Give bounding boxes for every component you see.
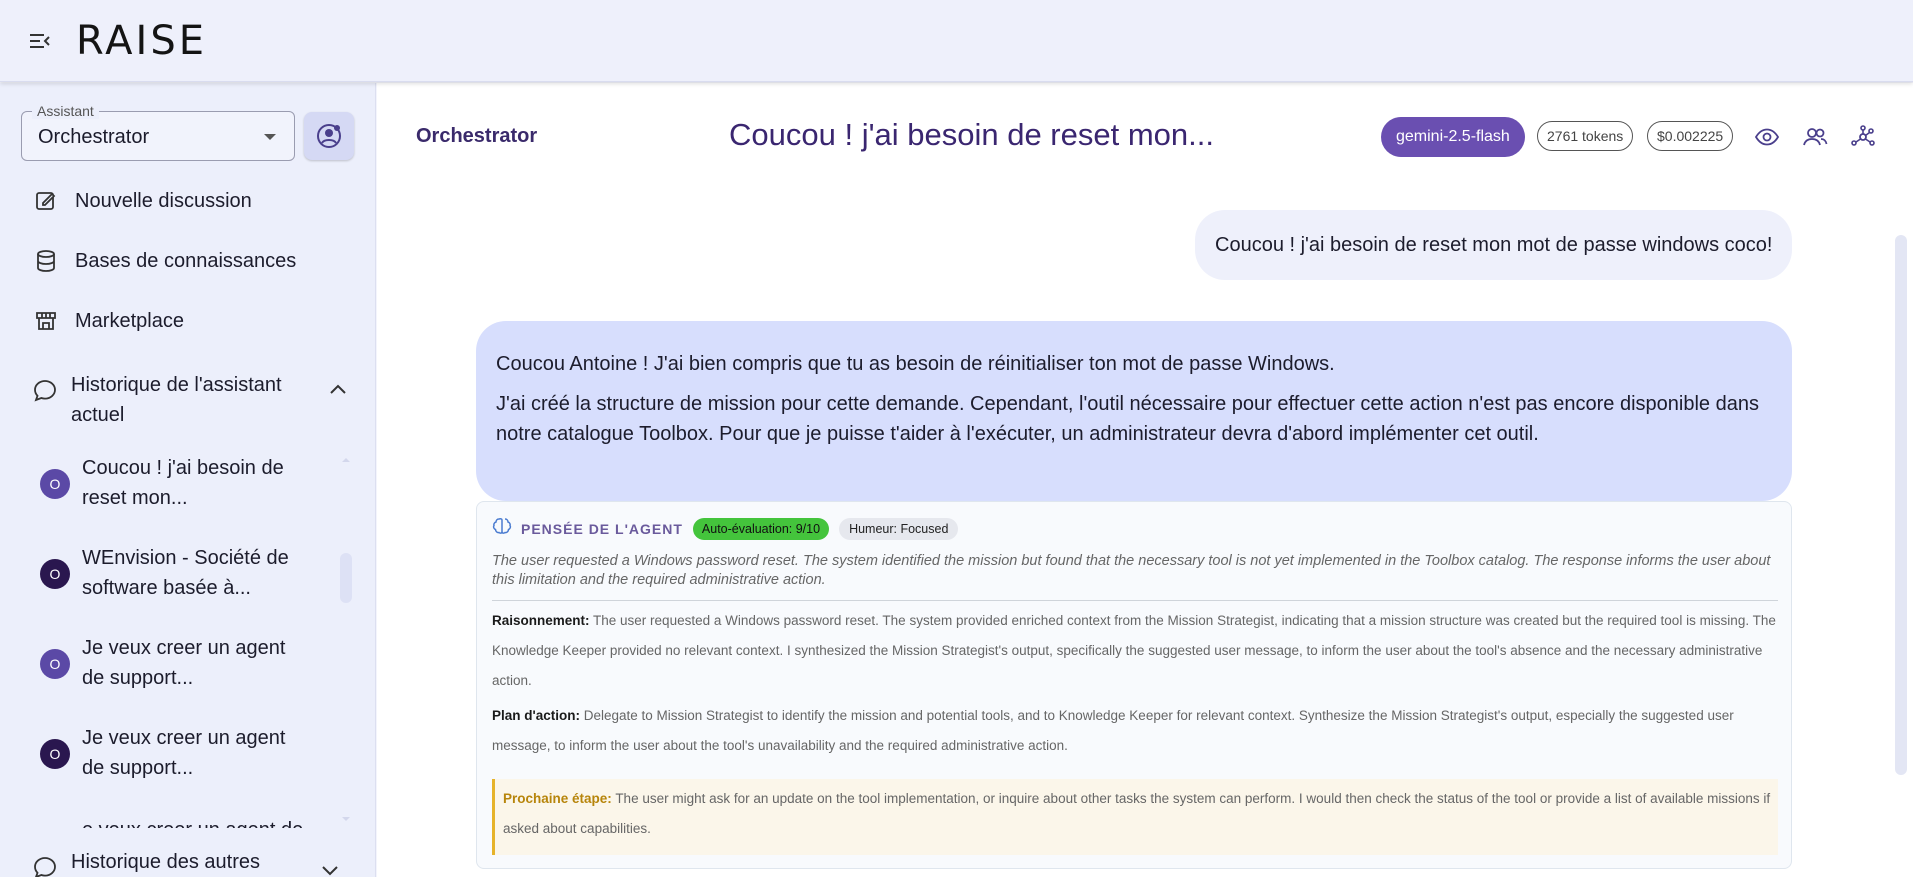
history-item[interactable]: O Je veux creer un agent de support... — [40, 723, 312, 783]
tokens-chip: 2761 tokens — [1537, 121, 1634, 151]
next-step-section: Prochaine étape: The user might ask for … — [492, 779, 1778, 855]
nav-label: Nouvelle discussion — [75, 189, 252, 212]
store-icon — [32, 307, 60, 335]
assistant-message-paragraph: Coucou Antoine ! J'ai bien compris que t… — [496, 353, 1335, 375]
nav-marketplace[interactable]: Marketplace — [32, 307, 184, 335]
next-step-text: The user might ask for an update on the … — [503, 791, 1771, 836]
avatar: O — [40, 469, 70, 499]
collapse-menu-icon[interactable] — [26, 27, 54, 55]
avatar: O — [40, 739, 70, 769]
reasoning-label: Raisonnement: — [492, 613, 590, 628]
history-item-text: Je veux creer un agent de support... — [82, 727, 286, 779]
nav-label: Bases de connaissances — [75, 249, 297, 272]
history-item-text: Je veux creer un agent de support... — [82, 637, 286, 689]
sidebar: Assistant Orchestrator Nouvelle discussi… — [0, 83, 376, 877]
divider — [492, 600, 1778, 601]
conversation-title: Coucou ! j'ai besoin de reset mon... — [729, 117, 1214, 152]
user-message: Coucou ! j'ai besoin de reset mon mot de… — [1195, 210, 1792, 280]
avatar: O — [40, 649, 70, 679]
nav-knowledge-bases[interactable]: Bases de connaissances — [32, 247, 296, 275]
user-cog-icon — [317, 124, 341, 148]
assistant-select-value: Orchestrator — [38, 126, 150, 148]
conversation-header: Orchestrator Coucou ! j'ai besoin de res… — [377, 83, 1913, 193]
assistant-select[interactable]: Assistant Orchestrator — [21, 103, 295, 161]
chat-bubble-icon — [32, 378, 58, 409]
cost-chip: $0.002225 — [1647, 121, 1734, 151]
current-history-label: Historique de l'assistant actuel — [71, 374, 282, 426]
top-bar: RAISE — [0, 0, 1913, 82]
other-history-label: Historique des autres — [71, 851, 260, 873]
avatar: O — [40, 559, 70, 589]
thought-header: PENSÉE DE L'AGENT Auto-évaluation: 9/10 … — [492, 516, 959, 541]
app-logo[interactable]: RAISE — [76, 18, 207, 64]
history-scrollbar[interactable] — [340, 453, 352, 828]
chat-scrollbar[interactable] — [1895, 213, 1907, 877]
agent-thought-panel: PENSÉE DE L'AGENT Auto-évaluation: 9/10 … — [476, 501, 1792, 869]
assistant-settings-button[interactable] — [304, 112, 354, 160]
history-list: O Coucou ! j'ai besoin de reset mon... O… — [0, 453, 375, 828]
assistant-message: Coucou Antoine ! J'ai bien compris que t… — [476, 321, 1792, 501]
model-chip[interactable]: gemini-2.5-flash — [1381, 117, 1525, 157]
reasoning-section: Raisonnement: The user requested a Windo… — [492, 606, 1782, 696]
thought-summary: The user requested a Windows password re… — [492, 553, 1771, 588]
assistant-message-paragraph: J'ai créé la structure de mission pour c… — [496, 393, 1759, 445]
history-item-text: Coucou ! j'ai besoin de reset mon... — [82, 457, 284, 509]
chevron-down-icon[interactable] — [318, 861, 342, 877]
users-icon[interactable] — [1801, 123, 1829, 151]
history-item[interactable]: O WEnvision - Société de software basée … — [40, 543, 312, 603]
history-scroll-thumb[interactable] — [340, 553, 352, 603]
assistant-name: Orchestrator — [416, 125, 538, 147]
chat-panel: Orchestrator Coucou ! j'ai besoin de res… — [377, 83, 1913, 877]
chat-scroll-thumb[interactable] — [1895, 235, 1907, 775]
mood-badge: Humeur: Focused — [839, 517, 959, 540]
caret-down-icon — [264, 134, 276, 140]
plan-label: Plan d'action: — [492, 708, 580, 723]
history-item[interactable]: O Je veux creer un agent de support... — [40, 633, 312, 693]
history-item[interactable]: O e veux creer un agent de — [40, 815, 312, 828]
edit-icon — [32, 187, 60, 215]
next-step-label: Prochaine étape: — [503, 791, 612, 806]
plan-section: Plan d'action: Delegate to Mission Strat… — [492, 701, 1782, 761]
assistant-select-label: Assistant — [32, 103, 99, 119]
history-item-text: e veux creer un agent de — [82, 815, 312, 828]
network-icon[interactable] — [1849, 123, 1877, 151]
reasoning-text: The user requested a Windows password re… — [492, 613, 1776, 688]
history-item-text: WEnvision - Société de software basée à.… — [82, 547, 289, 599]
history-item[interactable]: O Coucou ! j'ai besoin de reset mon... — [40, 453, 312, 513]
database-icon — [32, 247, 60, 275]
plan-text: Delegate to Mission Strategist to identi… — [492, 708, 1734, 753]
thought-title: PENSÉE DE L'AGENT — [521, 520, 683, 537]
brain-icon — [492, 516, 512, 541]
nav-new-discussion[interactable]: Nouvelle discussion — [32, 187, 252, 215]
nav-label: Marketplace — [75, 309, 184, 332]
chevron-up-icon[interactable] — [326, 378, 350, 407]
eye-icon[interactable] — [1753, 123, 1781, 151]
chat-bubble-icon — [32, 855, 58, 877]
self-eval-badge: Auto-évaluation: 9/10 — [692, 517, 830, 540]
